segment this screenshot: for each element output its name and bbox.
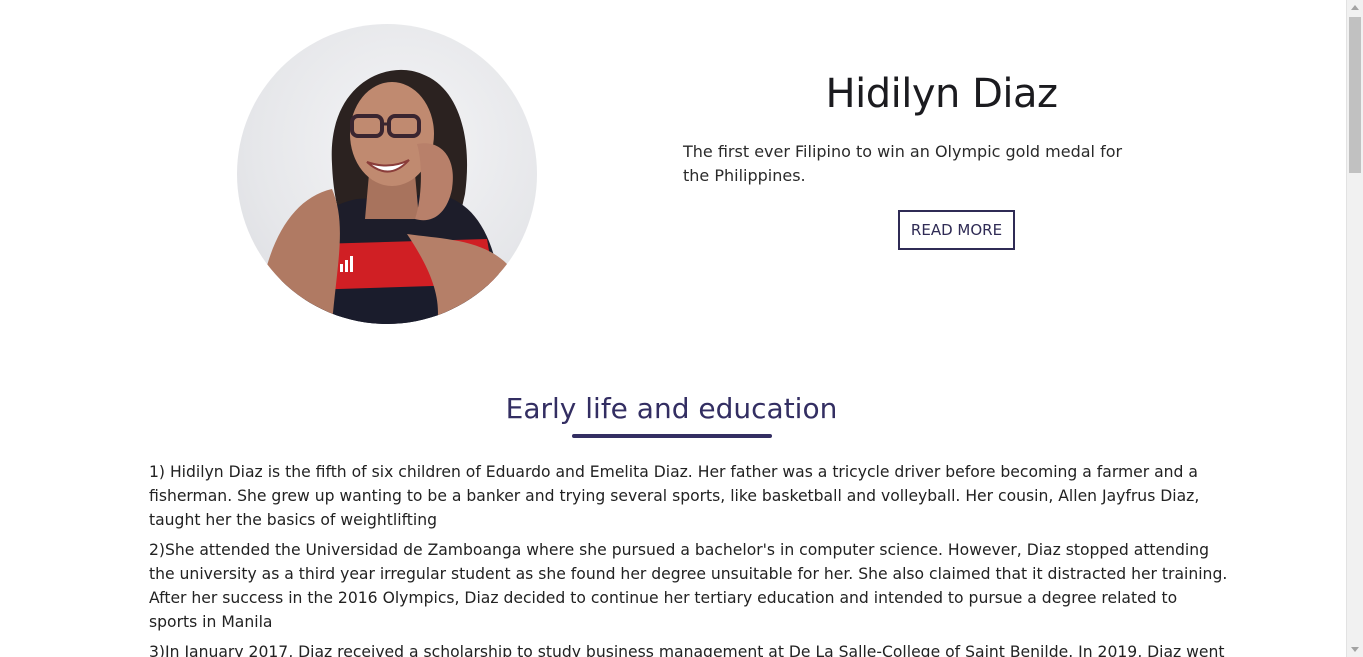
hero-section: Hidilyn Diaz The first ever Filipino to … — [0, 0, 1346, 340]
scroll-down-icon[interactable] — [1351, 647, 1359, 652]
page: Hidilyn Diaz The first ever Filipino to … — [0, 0, 1346, 657]
section-body: 1) Hidilyn Diaz is the fifth of six chil… — [149, 460, 1229, 657]
vertical-scrollbar[interactable] — [1346, 0, 1363, 657]
hero-text: Hidilyn Diaz The first ever Filipino to … — [683, 70, 1228, 250]
profile-photo — [237, 24, 537, 324]
scroll-up-icon[interactable] — [1351, 5, 1359, 10]
read-more-button[interactable]: READ MORE — [898, 210, 1015, 250]
paragraph: 1) Hidilyn Diaz is the fifth of six chil… — [149, 463, 1200, 529]
hero-description: The first ever Filipino to win an Olympi… — [683, 142, 1123, 185]
scrollbar-thumb[interactable] — [1349, 17, 1361, 173]
paragraph: 3)In January 2017, Diaz received a schol… — [149, 643, 1225, 657]
page-title: Hidilyn Diaz — [825, 71, 1058, 117]
heading-underline — [572, 434, 772, 438]
section-heading: Early life and education — [505, 392, 838, 425]
paragraph: 2)She attended the Universidad de Zamboa… — [149, 541, 1228, 631]
profile-photo-illustration — [257, 69, 512, 324]
